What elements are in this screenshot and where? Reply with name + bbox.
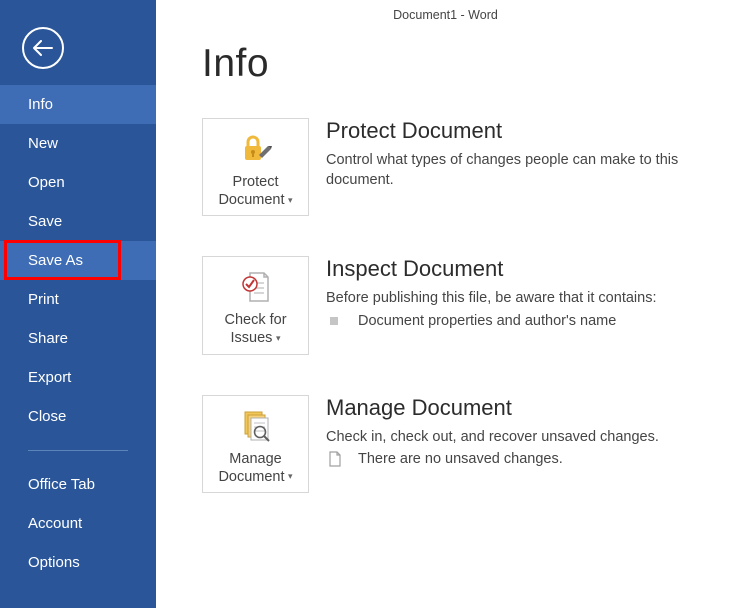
sidebar-item-label: New (28, 135, 58, 152)
sidebar-item-label: Office Tab (28, 476, 95, 493)
manage-document-tile[interactable]: Manage Document ▾ (202, 395, 309, 493)
sidebar-item-share[interactable]: Share (0, 319, 156, 358)
sidebar-item-new[interactable]: New (0, 124, 156, 163)
manage-heading: Manage Document (326, 395, 715, 421)
bullet-icon (330, 317, 338, 325)
sidebar-item-close[interactable]: Close (0, 397, 156, 436)
sidebar-item-save-as[interactable]: Save As (0, 241, 156, 280)
back-arrow-icon (33, 40, 53, 56)
sidebar-item-label: Save (28, 213, 62, 230)
tile-label-line1: Protect (233, 174, 279, 190)
sidebar-item-open[interactable]: Open (0, 163, 156, 202)
sidebar-item-label: Account (28, 515, 82, 532)
sidebar-item-account[interactable]: Account (0, 504, 156, 543)
page-heading: Info (202, 42, 735, 86)
sidebar-item-label: Options (28, 554, 80, 571)
sidebar-item-export[interactable]: Export (0, 358, 156, 397)
inspect-desc: Before publishing this file, be aware th… (326, 288, 715, 308)
manage-section: Manage Document ▾ Manage Document Check … (202, 395, 735, 493)
sidebar-item-label: Close (28, 408, 66, 425)
backstage-sidebar: Info New Open Save Save As Print Share E… (0, 0, 156, 608)
sidebar-item-label: Export (28, 369, 71, 386)
tile-label-line2: Document (218, 469, 284, 485)
tile-label-line2: Issues (231, 330, 273, 346)
sidebar-item-label: Save As (28, 252, 83, 269)
chevron-down-icon: ▾ (286, 471, 293, 481)
check-for-issues-tile[interactable]: Check for Issues ▾ (202, 256, 309, 354)
manage-desc: Check in, check out, and recover unsaved… (326, 427, 715, 447)
tile-label-line1: Check for (224, 312, 286, 328)
document-check-icon (238, 269, 274, 305)
sidebar-item-label: Share (28, 330, 68, 347)
protect-desc: Control what types of changes people can… (326, 150, 715, 191)
sidebar-item-save[interactable]: Save (0, 202, 156, 241)
chevron-down-icon: ▾ (286, 195, 293, 205)
chevron-down-icon: ▾ (273, 333, 280, 343)
sidebar-item-print[interactable]: Print (0, 280, 156, 319)
inspect-bullet-1: Document properties and author's name (358, 313, 616, 329)
sidebar-item-info[interactable]: Info (0, 85, 156, 124)
sidebar-item-label: Info (28, 96, 53, 113)
sidebar-item-options[interactable]: Options (0, 543, 156, 582)
tile-label-line1: Manage (229, 451, 281, 467)
lock-icon (238, 131, 274, 167)
window-title: Document1 - Word (156, 8, 735, 42)
sidebar-item-office-tab[interactable]: Office Tab (0, 465, 156, 504)
protect-section: Protect Document ▾ Protect Document Cont… (202, 118, 735, 216)
document-icon (328, 451, 342, 467)
back-button[interactable] (22, 27, 64, 69)
manage-bullet-1: There are no unsaved changes. (358, 451, 563, 467)
inspect-heading: Inspect Document (326, 256, 715, 282)
sidebar-item-label: Print (28, 291, 59, 308)
document-stack-icon (238, 408, 274, 444)
main-content: Document1 - Word Info Protect Document ▾… (156, 0, 735, 608)
sidebar-item-label: Open (28, 174, 65, 191)
tile-label-line2: Document (218, 192, 284, 208)
protect-heading: Protect Document (326, 118, 715, 144)
inspect-section: Check for Issues ▾ Inspect Document Befo… (202, 256, 735, 354)
protect-document-tile[interactable]: Protect Document ▾ (202, 118, 309, 216)
sidebar-divider (28, 450, 128, 451)
